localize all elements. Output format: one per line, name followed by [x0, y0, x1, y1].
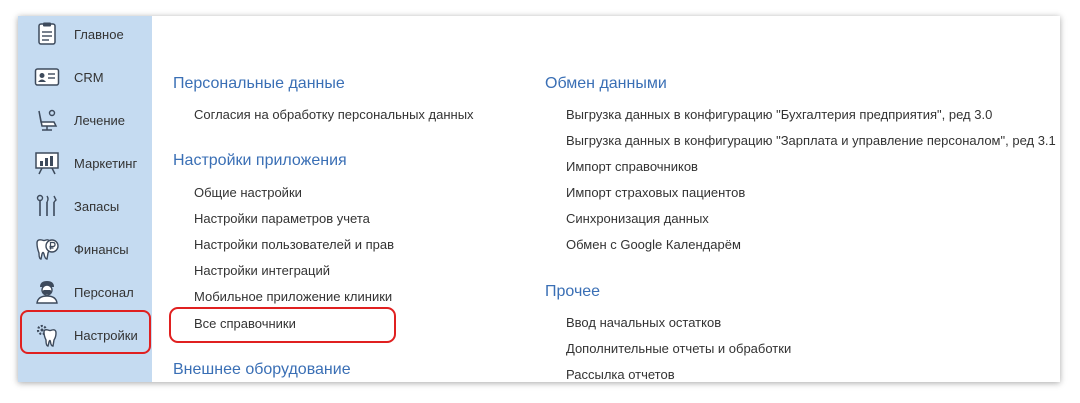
- sidebar-item-label: Персонал: [74, 284, 134, 300]
- section-title-personal-data: Персональные данные: [173, 75, 345, 92]
- link-all-catalogs[interactable]: Все справочники: [194, 316, 296, 331]
- sidebar-item-label: Маркетинг: [74, 155, 138, 171]
- link-opening-balances[interactable]: Ввод начальных остатков: [566, 315, 721, 330]
- link-import-catalogs[interactable]: Импорт справочников: [566, 159, 698, 174]
- sidebar-item-finance[interactable]: Финансы: [18, 228, 152, 270]
- link-general-settings[interactable]: Общие настройки: [194, 185, 302, 200]
- link-google-calendar[interactable]: Обмен с Google Календарём: [566, 237, 741, 252]
- link-export-payroll[interactable]: Выгрузка данных в конфигурацию "Зарплата…: [566, 133, 1056, 148]
- sidebar-item-main[interactable]: Главное: [18, 16, 152, 55]
- sidebar-item-staff[interactable]: Персонал: [18, 271, 152, 313]
- dashboard-icon: [34, 22, 60, 46]
- link-users-and-rights[interactable]: Настройки пользователей и прав: [194, 237, 394, 252]
- link-integrations[interactable]: Настройки интеграций: [194, 263, 330, 278]
- sidebar-item-marketing[interactable]: Маркетинг: [18, 142, 152, 184]
- link-additional-reports[interactable]: Дополнительные отчеты и обработки: [566, 341, 791, 356]
- sidebar-item-treatment[interactable]: Лечение: [18, 99, 152, 141]
- id-card-icon: [34, 65, 60, 89]
- sidebar-item-stock[interactable]: Запасы: [18, 185, 152, 227]
- sidebar-item-label: CRM: [74, 69, 104, 85]
- link-export-accounting[interactable]: Выгрузка данных в конфигурацию "Бухгалте…: [566, 107, 992, 122]
- sidebar-item-label: Настройки: [74, 327, 138, 343]
- link-accounting-parameters[interactable]: Настройки параметров учета: [194, 211, 370, 226]
- dental-chair-icon: [34, 108, 60, 132]
- sidebar-item-label: Запасы: [74, 198, 120, 214]
- chart-board-icon: [34, 151, 60, 175]
- section-title-external-equipment: Внешнее оборудование: [173, 361, 351, 378]
- link-mobile-app[interactable]: Мобильное приложение клиники: [194, 289, 392, 304]
- dental-tools-icon: [34, 194, 60, 218]
- sidebar-item-crm[interactable]: CRM: [18, 56, 152, 98]
- section-title-data-exchange: Обмен данными: [545, 75, 667, 92]
- sidebar-item-label: Лечение: [74, 112, 126, 128]
- settings-panel: Персональные данные Согласия на обработк…: [152, 16, 1060, 382]
- section-title-app-settings: Настройки приложения: [173, 152, 347, 169]
- sidebar-item-label: Главное: [74, 26, 124, 42]
- link-personal-data-consents[interactable]: Согласия на обработку персональных данны…: [194, 107, 474, 122]
- link-report-mailing[interactable]: Рассылка отчетов: [566, 367, 675, 382]
- sidebar-item-settings[interactable]: Настройки: [18, 314, 152, 356]
- link-import-insured-patients[interactable]: Импорт страховых пациентов: [566, 185, 745, 200]
- sidebar-item-label: Финансы: [74, 241, 129, 257]
- tooth-gear-icon: [34, 323, 60, 347]
- sidebar: Главное CRM Лечение Маркетинг Запасы Фин…: [18, 16, 152, 382]
- link-data-sync[interactable]: Синхронизация данных: [566, 211, 709, 226]
- section-title-other: Прочее: [545, 283, 601, 300]
- app-window: Главное CRM Лечение Маркетинг Запасы Фин…: [18, 16, 1060, 382]
- doctor-icon: [34, 280, 60, 304]
- tooth-ruble-icon: [34, 237, 60, 261]
